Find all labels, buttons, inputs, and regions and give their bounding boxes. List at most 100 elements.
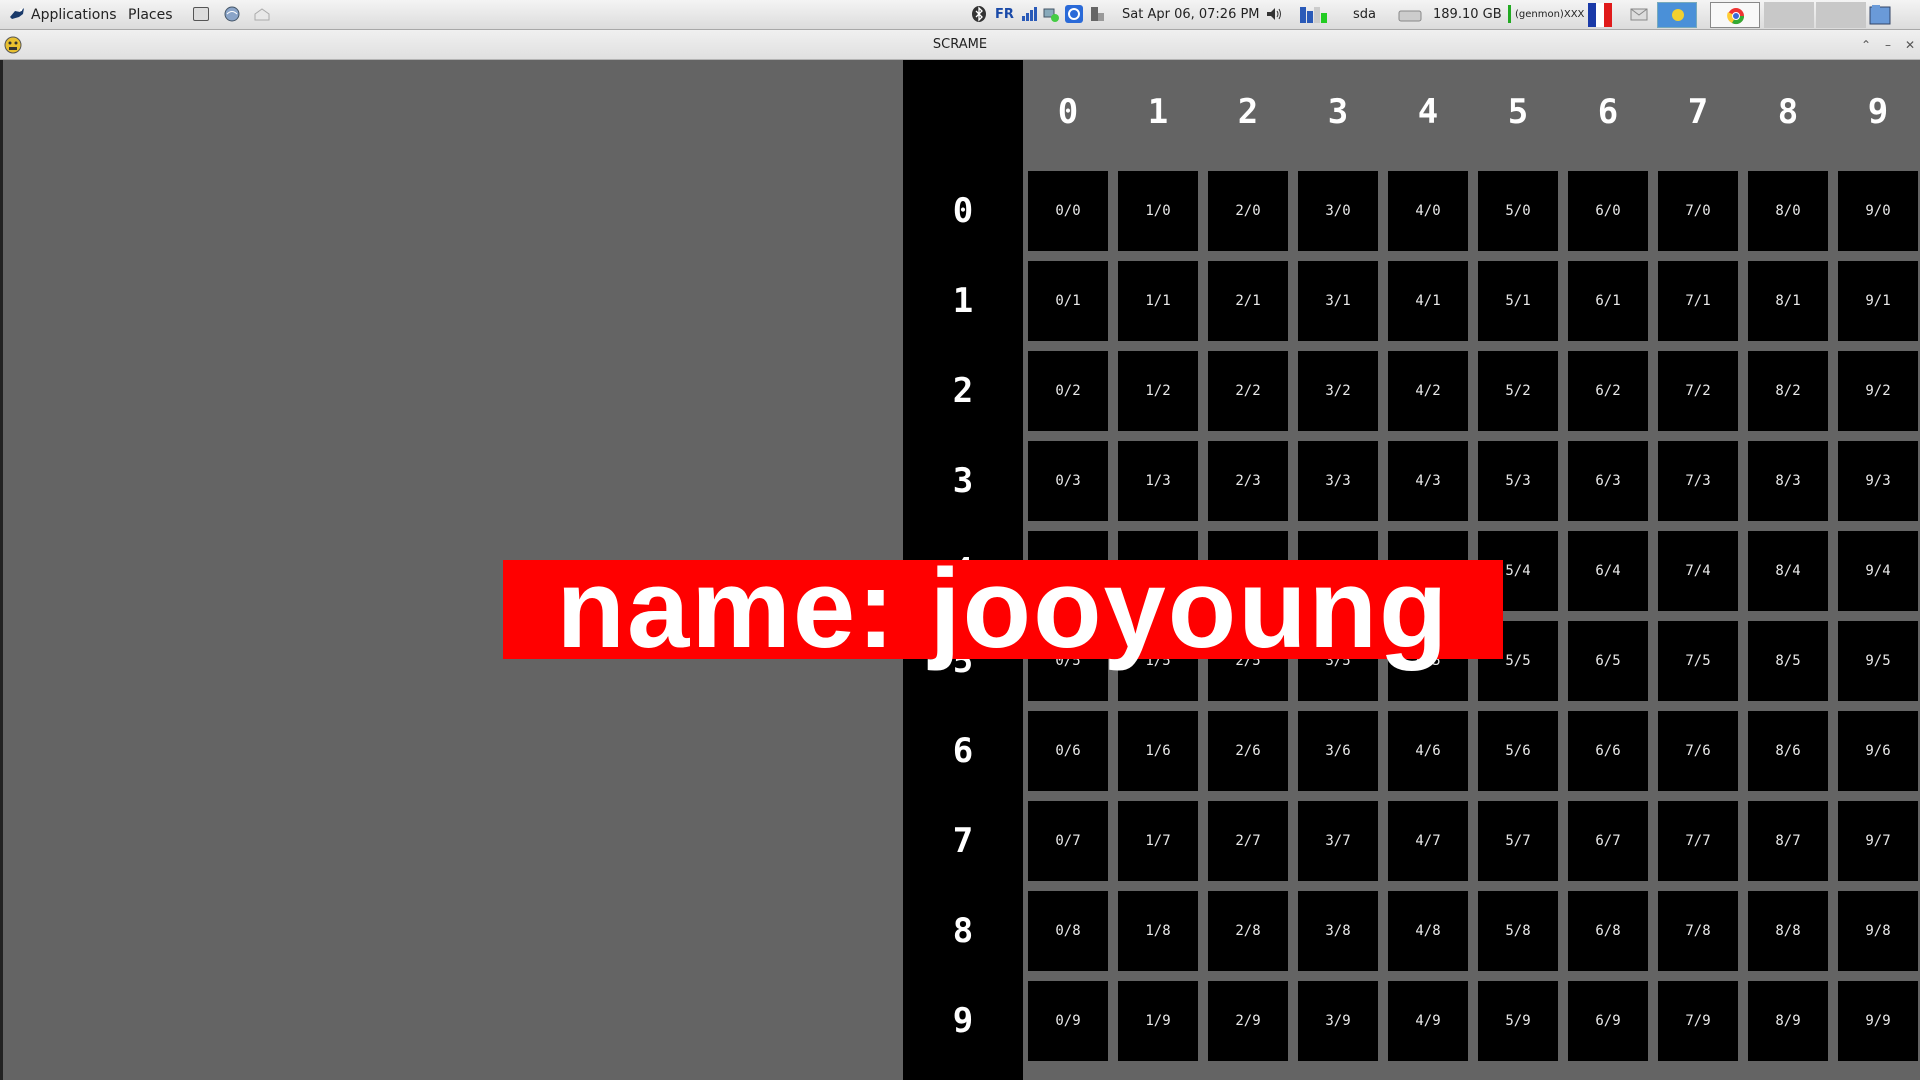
grid-cell[interactable]: 0/9 <box>1028 981 1108 1061</box>
grid-cell[interactable]: 2/9 <box>1208 981 1288 1061</box>
grid-cell[interactable]: 3/8 <box>1298 891 1378 971</box>
bluetooth-icon[interactable] <box>970 5 988 23</box>
grid-cell[interactable]: 8/7 <box>1748 801 1828 881</box>
grid-cell[interactable]: 7/9 <box>1658 981 1738 1061</box>
grid-cell[interactable]: 2/7 <box>1208 801 1288 881</box>
drive-icon[interactable] <box>1398 5 1422 23</box>
volume-icon[interactable] <box>1265 5 1283 23</box>
grid-cell[interactable]: 6/0 <box>1568 171 1648 251</box>
chrome-icon[interactable] <box>1710 2 1760 28</box>
grid-cell[interactable]: 3/3 <box>1298 441 1378 521</box>
grid-cell[interactable]: 3/0 <box>1298 171 1378 251</box>
grid-cell[interactable]: 0/6 <box>1028 711 1108 791</box>
grid-cell[interactable]: 4/3 <box>1388 441 1468 521</box>
grid-cell[interactable]: 9/9 <box>1838 981 1918 1061</box>
grid-cell[interactable]: 9/3 <box>1838 441 1918 521</box>
grid-cell[interactable]: 6/3 <box>1568 441 1648 521</box>
grid-cell[interactable]: 4/1 <box>1388 261 1468 341</box>
grid-cell[interactable]: 5/6 <box>1478 711 1558 791</box>
grid-cell[interactable]: 7/5 <box>1658 621 1738 701</box>
weather-icon[interactable] <box>1657 2 1697 28</box>
taskbar-slot[interactable] <box>1816 2 1866 28</box>
grid-cell[interactable]: 8/8 <box>1748 891 1828 971</box>
grid-cell[interactable]: 0/2 <box>1028 351 1108 431</box>
grid-cell[interactable]: 6/8 <box>1568 891 1648 971</box>
grid-cell[interactable]: 6/2 <box>1568 351 1648 431</box>
grid-cell[interactable]: 6/5 <box>1568 621 1648 701</box>
grid-cell[interactable]: 3/6 <box>1298 711 1378 791</box>
grid-cell[interactable]: 4/8 <box>1388 891 1468 971</box>
grid-cell[interactable]: 4/0 <box>1388 171 1468 251</box>
grid-cell[interactable]: 6/1 <box>1568 261 1648 341</box>
grid-cell[interactable]: 0/3 <box>1028 441 1108 521</box>
grid-cell[interactable]: 7/6 <box>1658 711 1738 791</box>
grid-cell[interactable]: 8/6 <box>1748 711 1828 791</box>
mail-status-icon[interactable] <box>1630 5 1648 23</box>
grid-cell[interactable]: 3/7 <box>1298 801 1378 881</box>
grid-cell[interactable]: 2/0 <box>1208 171 1288 251</box>
grid-cell[interactable]: 7/1 <box>1658 261 1738 341</box>
grid-cell[interactable]: 5/3 <box>1478 441 1558 521</box>
grid-cell[interactable]: 9/6 <box>1838 711 1918 791</box>
grid-cell[interactable]: 9/0 <box>1838 171 1918 251</box>
grid-cell[interactable]: 9/7 <box>1838 801 1918 881</box>
power-icon[interactable] <box>1088 5 1106 23</box>
updates-icon[interactable] <box>1065 5 1083 23</box>
grid-cell[interactable]: 9/4 <box>1838 531 1918 611</box>
grid-cell[interactable]: 1/6 <box>1118 711 1198 791</box>
grid-cell[interactable]: 3/2 <box>1298 351 1378 431</box>
grid-cell[interactable]: 0/7 <box>1028 801 1108 881</box>
terminal-icon[interactable] <box>193 7 209 21</box>
taskbar-slot[interactable] <box>1764 2 1814 28</box>
grid-cell[interactable]: 0/8 <box>1028 891 1108 971</box>
grid-cell[interactable]: 4/9 <box>1388 981 1468 1061</box>
grid-cell[interactable]: 3/1 <box>1298 261 1378 341</box>
network-icon[interactable] <box>1042 5 1060 23</box>
grid-cell[interactable]: 8/5 <box>1748 621 1828 701</box>
grid-cell[interactable]: 6/9 <box>1568 981 1648 1061</box>
grid-cell[interactable]: 5/0 <box>1478 171 1558 251</box>
grid-cell[interactable]: 6/4 <box>1568 531 1648 611</box>
grid-cell[interactable]: 6/6 <box>1568 711 1648 791</box>
grid-cell[interactable]: 1/7 <box>1118 801 1198 881</box>
grid-cell[interactable]: 2/6 <box>1208 711 1288 791</box>
xfce-mouse-icon[interactable] <box>8 5 26 23</box>
window-title-bar[interactable]: SCRAME ⌃ – ✕ <box>0 30 1920 60</box>
places-menu[interactable]: Places <box>128 0 173 30</box>
grid-cell[interactable]: 1/2 <box>1118 351 1198 431</box>
grid-cell[interactable]: 0/0 <box>1028 171 1108 251</box>
clock[interactable]: Sat Apr 06, 07:26 PM <box>1122 0 1260 30</box>
grid-cell[interactable]: 3/9 <box>1298 981 1378 1061</box>
keyboard-layout-indicator[interactable]: FR <box>995 0 1014 30</box>
grid-cell[interactable]: 1/8 <box>1118 891 1198 971</box>
grid-cell[interactable]: 7/0 <box>1658 171 1738 251</box>
grid-cell[interactable]: 4/2 <box>1388 351 1468 431</box>
grid-cell[interactable]: 4/6 <box>1388 711 1468 791</box>
grid-cell[interactable]: 0/1 <box>1028 261 1108 341</box>
grid-cell[interactable]: 2/3 <box>1208 441 1288 521</box>
grid-cell[interactable]: 7/2 <box>1658 351 1738 431</box>
applications-menu[interactable]: Applications <box>31 0 117 30</box>
grid-cell[interactable]: 6/7 <box>1568 801 1648 881</box>
grid-cell[interactable]: 5/1 <box>1478 261 1558 341</box>
grid-cell[interactable]: 9/2 <box>1838 351 1918 431</box>
grid-cell[interactable]: 2/1 <box>1208 261 1288 341</box>
maximize-button[interactable]: ⌃ <box>1857 36 1875 54</box>
grid-cell[interactable]: 8/4 <box>1748 531 1828 611</box>
grid-cell[interactable]: 2/8 <box>1208 891 1288 971</box>
grid-cell[interactable]: 5/2 <box>1478 351 1558 431</box>
grid-cell[interactable]: 9/1 <box>1838 261 1918 341</box>
grid-cell[interactable]: 4/7 <box>1388 801 1468 881</box>
grid-cell[interactable]: 9/5 <box>1838 621 1918 701</box>
mail-icon[interactable] <box>253 5 271 23</box>
grid-cell[interactable]: 1/9 <box>1118 981 1198 1061</box>
genmon-text[interactable]: (genmon)XXX <box>1515 0 1584 30</box>
grid-cell[interactable]: 5/9 <box>1478 981 1558 1061</box>
minimize-button[interactable]: – <box>1879 36 1897 54</box>
grid-cell[interactable]: 2/2 <box>1208 351 1288 431</box>
grid-cell[interactable]: 1/3 <box>1118 441 1198 521</box>
web-browser-icon[interactable] <box>223 5 241 23</box>
grid-cell[interactable]: 9/8 <box>1838 891 1918 971</box>
signal-icon[interactable] <box>1020 5 1038 23</box>
grid-cell[interactable]: 5/8 <box>1478 891 1558 971</box>
